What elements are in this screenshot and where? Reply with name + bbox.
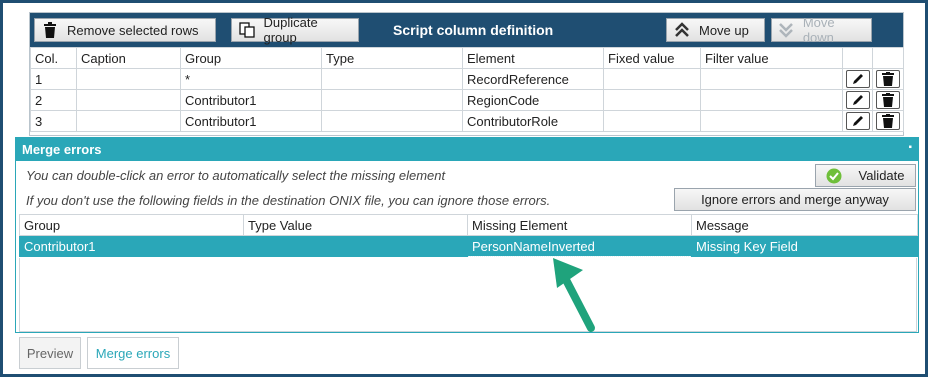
- cell-type[interactable]: [321, 89, 463, 111]
- remove-selected-rows-label: Remove selected rows: [67, 22, 199, 38]
- header-caption[interactable]: Caption: [76, 47, 181, 69]
- duplicate-group-button[interactable]: Duplicate group: [231, 15, 359, 45]
- header-missing-element[interactable]: Missing Element: [467, 214, 692, 236]
- cell-type[interactable]: [321, 68, 463, 90]
- copy-icon: [238, 21, 256, 39]
- double-chevron-up-icon: [673, 21, 691, 39]
- script-toolbar: Remove selected rows Duplicate group Scr…: [30, 13, 903, 47]
- header-delete: [872, 47, 904, 69]
- table-row[interactable]: 2 Contributor1 RegionCode: [30, 89, 904, 111]
- table-row[interactable]: 1 * RecordReference: [30, 68, 904, 90]
- cell-group[interactable]: Contributor1: [19, 235, 244, 257]
- edit-cell: [842, 110, 873, 132]
- move-down-label: Move down: [802, 15, 835, 45]
- cell-type-value[interactable]: [243, 235, 468, 257]
- move-up-label: Move up: [699, 22, 749, 38]
- header-group[interactable]: Group: [19, 214, 244, 236]
- cell-group[interactable]: Contributor1: [180, 110, 322, 132]
- cell-message[interactable]: Missing Key Field: [691, 235, 918, 257]
- header-element[interactable]: Element: [462, 47, 604, 69]
- script-columns-table: Col. Caption Group Type Element Fixed va…: [30, 47, 904, 132]
- app-window: Remove selected rows Duplicate group Scr…: [0, 0, 928, 377]
- cell-missing-element[interactable]: PersonNameInverted: [467, 235, 692, 257]
- cell-filter-value[interactable]: [700, 89, 843, 111]
- trash-icon[interactable]: [876, 91, 900, 109]
- edit-cell: [842, 89, 873, 111]
- header-type[interactable]: Type: [321, 47, 463, 69]
- move-up-button[interactable]: Move up: [666, 18, 765, 42]
- cell-filter-value[interactable]: [700, 68, 843, 90]
- pencil-icon[interactable]: [845, 70, 870, 88]
- ignore-hint: If you don't use the following fields in…: [26, 193, 551, 208]
- cell-element[interactable]: RegionCode: [462, 89, 604, 111]
- cell-fixed-value[interactable]: [603, 68, 701, 90]
- merge-errors-table: Group Type Value Missing Element Message…: [19, 214, 918, 257]
- remove-selected-rows-button[interactable]: Remove selected rows: [34, 18, 216, 42]
- header-group[interactable]: Group: [180, 47, 322, 69]
- cell-caption[interactable]: [76, 68, 181, 90]
- pencil-icon[interactable]: [845, 112, 870, 130]
- double-chevron-down-icon: [778, 21, 795, 39]
- validate-label: Validate: [858, 168, 905, 183]
- tab-preview[interactable]: Preview: [19, 337, 81, 369]
- table-header-row: Col. Caption Group Type Element Fixed va…: [30, 47, 904, 69]
- cell-col[interactable]: 2: [30, 89, 77, 111]
- trash-icon: [41, 21, 59, 39]
- cell-col[interactable]: 3: [30, 110, 77, 132]
- table-header-row: Group Type Value Missing Element Message: [19, 214, 918, 236]
- arrow-annotation-icon: [553, 258, 595, 332]
- cell-filter-value[interactable]: [700, 110, 843, 132]
- header-type-value[interactable]: Type Value: [243, 214, 468, 236]
- cell-element[interactable]: RecordReference: [462, 68, 604, 90]
- merge-errors-title: Merge errors: [22, 142, 102, 157]
- trash-icon[interactable]: [876, 112, 900, 130]
- delete-cell: [872, 68, 904, 90]
- delete-cell: [872, 110, 904, 132]
- pin-icon[interactable]: ▪: [908, 142, 912, 153]
- double-click-hint: You can double-click an error to automat…: [26, 168, 446, 183]
- trash-icon[interactable]: [876, 70, 900, 88]
- edit-cell: [842, 68, 873, 90]
- cell-col[interactable]: 1: [30, 68, 77, 90]
- cell-caption[interactable]: [76, 89, 181, 111]
- merge-errors-header: Merge errors ▪: [16, 138, 918, 161]
- validate-button[interactable]: Validate: [815, 164, 916, 187]
- pencil-icon[interactable]: [845, 91, 870, 109]
- tab-merge-errors[interactable]: Merge errors: [87, 337, 179, 369]
- script-column-title: Script column definition: [393, 22, 554, 38]
- table-empty-area: [19, 258, 917, 332]
- cell-type[interactable]: [321, 110, 463, 132]
- move-down-button[interactable]: Move down: [771, 15, 872, 45]
- header-fixed-value[interactable]: Fixed value: [603, 47, 701, 69]
- header-col[interactable]: Col.: [30, 47, 77, 69]
- cell-group[interactable]: Contributor1: [180, 89, 322, 111]
- cell-fixed-value[interactable]: [603, 110, 701, 132]
- duplicate-group-label: Duplicate group: [263, 15, 318, 45]
- cell-element[interactable]: ContributorRole: [462, 110, 604, 132]
- table-row[interactable]: Contributor1 PersonNameInverted Missing …: [19, 235, 918, 257]
- delete-cell: [872, 89, 904, 111]
- script-column-panel: Remove selected rows Duplicate group Scr…: [29, 12, 904, 136]
- cell-fixed-value[interactable]: [603, 89, 701, 111]
- merge-errors-panel: Merge errors ▪ You can double-click an e…: [15, 137, 919, 333]
- header-edit: [842, 47, 873, 69]
- header-filter-value[interactable]: Filter value: [700, 47, 843, 69]
- cell-caption[interactable]: [76, 110, 181, 132]
- table-row[interactable]: 3 Contributor1 ContributorRole: [30, 110, 904, 132]
- check-circle-icon: [826, 168, 842, 184]
- header-message[interactable]: Message: [691, 214, 918, 236]
- ignore-errors-button[interactable]: Ignore errors and merge anyway: [674, 188, 916, 211]
- cell-group[interactable]: *: [180, 68, 322, 90]
